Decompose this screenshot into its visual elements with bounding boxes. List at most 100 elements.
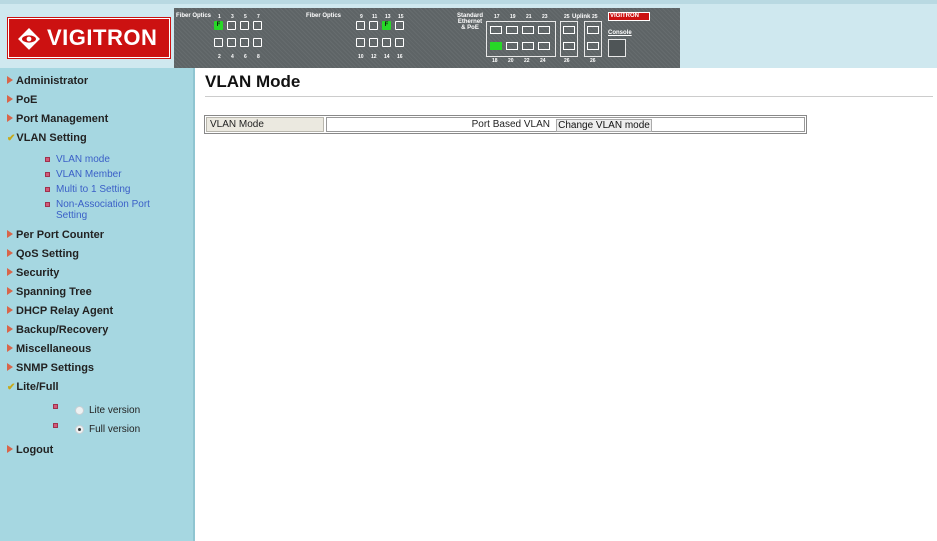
- sidebar-subitem-multi-to-1[interactable]: Multi to 1 Setting: [45, 184, 131, 195]
- port-num: 21: [526, 14, 532, 20]
- port-num: 13: [385, 14, 391, 20]
- sidebar-item-security[interactable]: Security: [7, 267, 59, 279]
- header: VIGITRON Fiber Optics 1 3 5 7 F 2 4 6 8 …: [0, 0, 937, 68]
- uplink-port-25b[interactable]: [587, 26, 599, 34]
- sidebar-item-poe[interactable]: PoE: [7, 94, 37, 106]
- port-num: 7: [257, 14, 260, 20]
- ethernet-port-23[interactable]: [538, 26, 550, 34]
- port-num: 11: [372, 14, 378, 20]
- title-divider: [205, 96, 933, 97]
- port-num: 19: [510, 14, 516, 20]
- ethernet-port-17[interactable]: [490, 26, 502, 34]
- port-num: 14: [384, 54, 390, 60]
- sidebar-item-label: Administrator: [16, 75, 89, 87]
- fiber-port-5[interactable]: [240, 21, 249, 30]
- logo-text: VIGITRON: [47, 25, 158, 50]
- port-num: 25: [564, 14, 570, 20]
- sidebar-item-qos-setting[interactable]: QoS Setting: [7, 248, 79, 260]
- fiber-port-13[interactable]: F: [382, 21, 391, 30]
- port-num: 22: [524, 58, 530, 64]
- uplink-port-26b[interactable]: [587, 42, 599, 50]
- lite-version-label: Lite version: [89, 405, 141, 416]
- sidebar-item-snmp-settings[interactable]: SNMP Settings: [7, 362, 94, 374]
- ethernet-port-19[interactable]: [506, 26, 518, 34]
- fiber-port-7[interactable]: [253, 21, 262, 30]
- sidebar-item-label: PoE: [16, 94, 38, 106]
- sidebar-item-vlan-setting[interactable]: ✔VLAN Setting: [7, 132, 87, 144]
- ethernet-port-18[interactable]: [490, 42, 502, 50]
- sidebar-item-label: Per Port Counter: [16, 229, 105, 241]
- sidebar-item-logout[interactable]: Logout: [7, 444, 53, 456]
- fiber-port-4[interactable]: [227, 38, 236, 47]
- arrow-right-icon: [7, 306, 13, 314]
- bullet-icon: [53, 404, 58, 409]
- subitem-label: Multi to 1 Setting: [56, 184, 131, 195]
- page-title: VLAN Mode: [205, 72, 301, 91]
- sidebar-item-backup-recovery[interactable]: Backup/Recovery: [7, 324, 108, 336]
- arrow-right-icon: [7, 287, 13, 295]
- sidebar-subitem-non-association[interactable]: Non-Association Port Setting: [45, 199, 171, 221]
- port-num: 24: [540, 58, 546, 64]
- fiber-port-1[interactable]: F: [214, 21, 223, 30]
- port-num: 5: [244, 14, 247, 20]
- ethernet-port-24[interactable]: [538, 42, 550, 50]
- subitem-label: VLAN mode: [56, 154, 110, 165]
- fiber-port-2[interactable]: [214, 38, 223, 47]
- console-port[interactable]: [608, 39, 626, 57]
- fiber-port-9[interactable]: [356, 21, 365, 30]
- lite-version-radio[interactable]: [75, 406, 84, 415]
- change-vlan-mode-button[interactable]: Change VLAN mode: [556, 119, 652, 132]
- port-num: 26: [564, 58, 570, 64]
- port-num: 18: [492, 58, 498, 64]
- sidebar-item-spanning-tree[interactable]: Spanning Tree: [7, 286, 92, 298]
- standard-ethernet-poe-label: Standard Ethernet & PoE: [456, 13, 483, 31]
- panel-brand-text: VIGITRON: [610, 13, 640, 19]
- full-version-label: Full version: [89, 424, 141, 435]
- ethernet-port-22[interactable]: [522, 42, 534, 50]
- uplink-port-26[interactable]: [563, 42, 575, 50]
- fiber-optics-label-1: Fiber Optics: [176, 13, 212, 19]
- subitem-label: Non-Association Port Setting: [56, 199, 150, 221]
- fiber-port-11[interactable]: [369, 21, 378, 30]
- eye-logo-icon: [18, 28, 40, 50]
- fiber-port-16[interactable]: [395, 38, 404, 47]
- sidebar-item-dhcp-relay-agent[interactable]: DHCP Relay Agent: [7, 305, 113, 317]
- sidebar: Administrator PoE Port Management ✔VLAN …: [0, 68, 195, 541]
- port-num: 10: [358, 54, 364, 60]
- sidebar-subitem-vlan-mode[interactable]: VLAN mode: [45, 154, 110, 165]
- sidebar-item-per-port-counter[interactable]: Per Port Counter: [7, 229, 104, 241]
- fiber-port-10[interactable]: [356, 38, 365, 47]
- port-num: 1: [218, 14, 221, 20]
- arrow-right-icon: [7, 114, 13, 122]
- full-version-radio[interactable]: [75, 425, 84, 434]
- fiber-port-12[interactable]: [369, 38, 378, 47]
- port-num: 16: [397, 54, 403, 60]
- sidebar-item-label: Miscellaneous: [16, 343, 92, 355]
- fiber-port-8[interactable]: [253, 38, 262, 47]
- sidebar-item-administrator[interactable]: Administrator: [7, 75, 88, 87]
- vlan-mode-value-cell: Port Based VLAN Change VLAN mode: [326, 117, 805, 132]
- sidebar-item-label: VLAN Setting: [16, 132, 87, 144]
- fiber-port-3[interactable]: [227, 21, 236, 30]
- bullet-icon: [45, 187, 50, 192]
- port-num: 2: [218, 54, 221, 60]
- ethernet-port-20[interactable]: [506, 42, 518, 50]
- sidebar-subitem-vlan-member[interactable]: VLAN Member: [45, 169, 122, 180]
- port-num: 17: [494, 14, 500, 20]
- sidebar-item-port-management[interactable]: Port Management: [7, 113, 108, 125]
- port-num: 4: [231, 54, 234, 60]
- arrow-right-icon: [7, 249, 13, 257]
- port-num: 25: [592, 14, 598, 20]
- sidebar-item-miscellaneous[interactable]: Miscellaneous: [7, 343, 91, 355]
- fiber-port-14[interactable]: [382, 38, 391, 47]
- console-label: Console: [608, 30, 632, 36]
- ethernet-port-21[interactable]: [522, 26, 534, 34]
- port-num: 12: [371, 54, 377, 60]
- fiber-port-6[interactable]: [240, 38, 249, 47]
- arrow-right-icon: [7, 445, 13, 453]
- sidebar-item-lite-full[interactable]: ✔Lite/Full: [7, 381, 59, 393]
- fiber-port-15[interactable]: [395, 21, 404, 30]
- arrow-right-icon: [7, 268, 13, 276]
- uplink-port-25[interactable]: [563, 26, 575, 34]
- checkmark-icon: ✔: [7, 133, 16, 144]
